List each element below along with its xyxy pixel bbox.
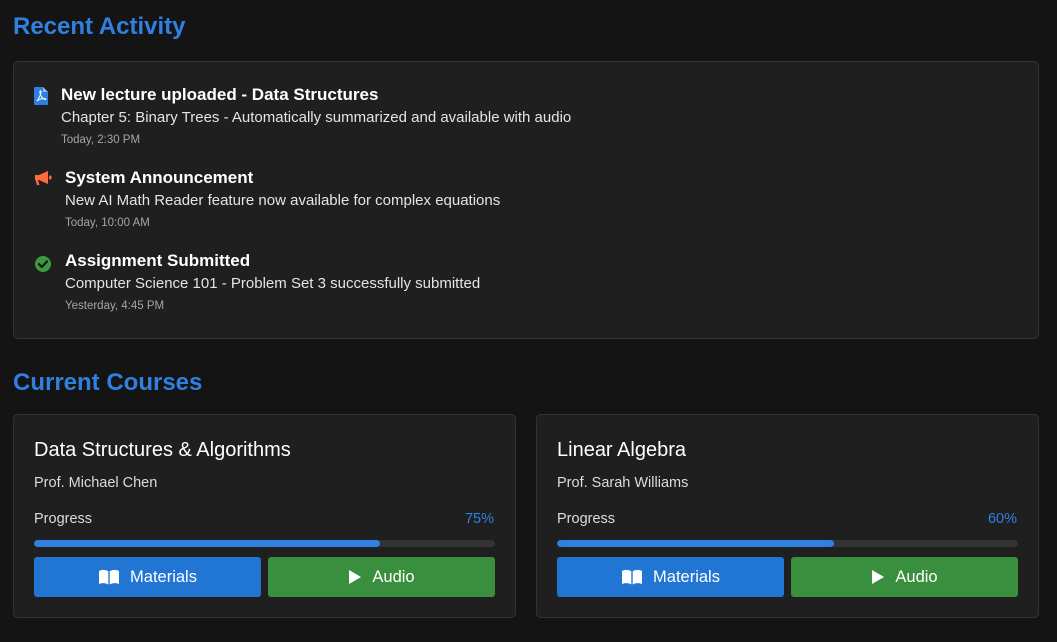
activity-description: Computer Science 101 - Problem Set 3 suc… <box>65 275 481 292</box>
progress-bar-fill <box>34 540 380 547</box>
progress-percent: 60% <box>987 511 1017 527</box>
activity-timestamp: Today, 10:00 AM <box>65 217 150 229</box>
recent-activity-heading: Recent Activity <box>13 13 186 40</box>
course-card: Linear Algebra Prof. Sarah Williams Prog… <box>536 414 1039 618</box>
materials-button[interactable]: Materials <box>34 557 261 597</box>
book-open-icon <box>99 569 120 585</box>
materials-label: Materials <box>653 567 720 586</box>
pdf-file-icon <box>34 87 50 105</box>
course-name: Linear Algebra <box>557 439 686 461</box>
progress-label: Progress <box>557 511 616 527</box>
course-name: Data Structures & Algorithms <box>34 439 291 461</box>
megaphone-icon <box>34 170 54 188</box>
activity-description: New AI Math Reader feature now available… <box>65 192 501 209</box>
play-icon <box>872 570 885 584</box>
activity-description: Chapter 5: Binary Trees - Automatically … <box>61 109 572 126</box>
play-icon <box>349 570 362 584</box>
audio-label: Audio <box>895 567 938 586</box>
activity-timestamp: Today, 2:30 PM <box>61 134 141 146</box>
check-circle-icon <box>34 253 51 272</box>
progress-label: Progress <box>34 511 93 527</box>
course-professor: Prof. Michael Chen <box>34 475 158 491</box>
activity-timestamp: Yesterday, 4:45 PM <box>65 300 165 312</box>
progress-bar <box>557 540 1018 547</box>
activity-title: New lecture uploaded - Data Structures <box>61 85 379 104</box>
audio-button[interactable]: Audio <box>268 557 495 597</box>
audio-label: Audio <box>372 567 415 586</box>
current-courses-heading: Current Courses <box>13 369 203 396</box>
progress-bar <box>34 540 495 547</box>
progress-percent: 75% <box>464 511 494 527</box>
course-card: Data Structures & Algorithms Prof. Micha… <box>13 414 516 618</box>
audio-button[interactable]: Audio <box>791 557 1018 597</box>
materials-label: Materials <box>130 567 197 586</box>
activity-title: Assignment Submitted <box>65 251 251 270</box>
book-open-icon <box>622 569 643 585</box>
materials-button[interactable]: Materials <box>557 557 784 597</box>
progress-bar-fill <box>557 540 834 547</box>
recent-activity-panel: New lecture uploaded - Data Structures C… <box>13 61 1039 339</box>
course-professor: Prof. Sarah Williams <box>557 475 689 491</box>
activity-title: System Announcement <box>65 168 254 187</box>
